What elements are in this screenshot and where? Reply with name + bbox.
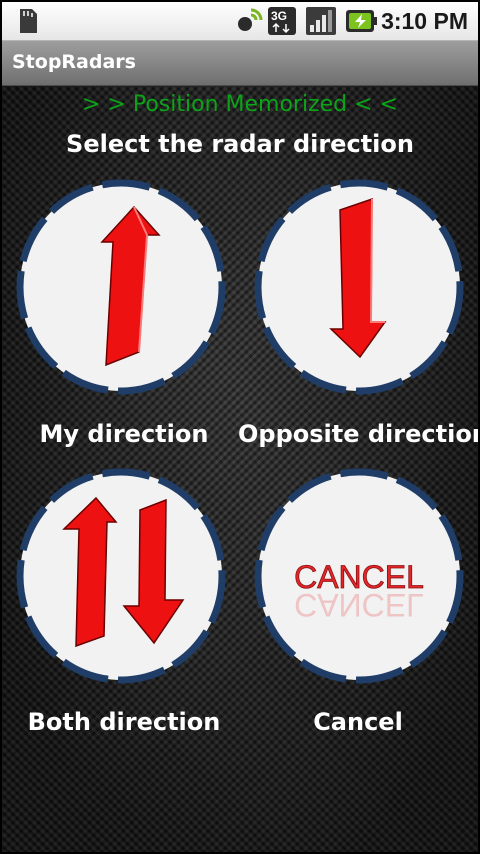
gps-satellite-icon — [234, 7, 264, 40]
sd-card-icon — [16, 8, 38, 34]
cancel-label: Cancel — [313, 708, 403, 736]
my-direction-label: My direction — [39, 420, 209, 448]
both-direction-label: Both direction — [27, 708, 221, 736]
network-type-text: 3G — [271, 9, 287, 23]
network-3g-icon: 3G — [268, 7, 298, 40]
signal-bars-icon — [306, 7, 338, 40]
cancel-button[interactable]: CANCEL CANCEL — [254, 468, 464, 684]
position-status-message: > > Position Memorized < < — [82, 92, 398, 117]
app-title-bar: StopRadars — [2, 41, 478, 86]
main-content: > > Position Memorized < < Select the ra… — [2, 86, 478, 852]
cancel-icon-reflection: CANCEL — [294, 587, 424, 623]
opposite-direction-label: Opposite direction — [238, 420, 480, 448]
phone-screen: 3G 3:10 PM StopRadars > > Position Memor… — [0, 0, 480, 854]
my-direction-button[interactable] — [16, 179, 226, 395]
cancel-icon: CANCEL CANCEL — [294, 559, 425, 623]
select-direction-prompt: Select the radar direction — [66, 130, 414, 158]
app-title: StopRadars — [12, 51, 136, 73]
opposite-direction-button[interactable] — [254, 179, 464, 395]
both-direction-button[interactable] — [16, 468, 226, 684]
battery-charging-icon — [346, 10, 378, 37]
clock-time: 3:10 PM — [381, 8, 468, 34]
status-bar: 3G 3:10 PM — [2, 2, 478, 41]
